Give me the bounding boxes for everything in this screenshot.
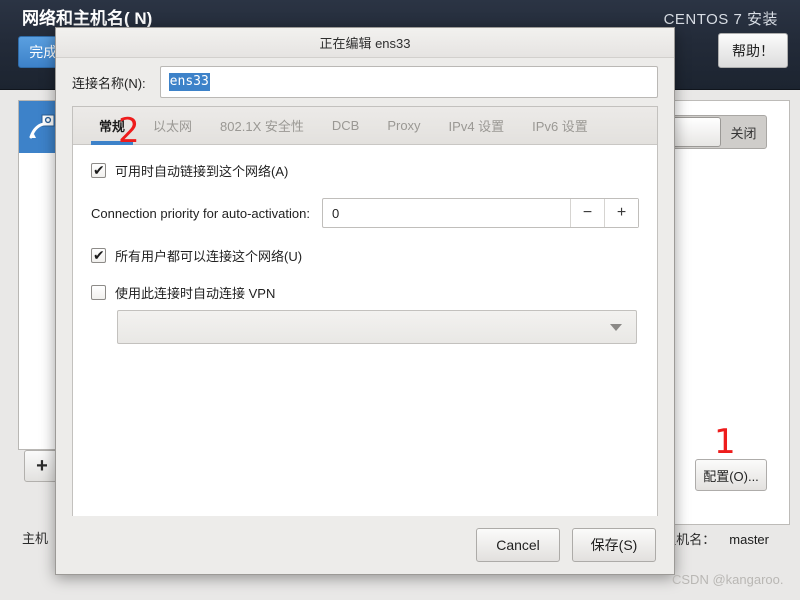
priority-stepper[interactable]: 0 − + <box>321 198 639 228</box>
toggle-label: 关闭 <box>730 125 757 141</box>
dialog-titlebar: 正在编辑 ens33 <box>56 28 674 58</box>
vpn-row[interactable]: 使用此连接时自动连接 VPN <box>91 283 639 302</box>
all-users-label: 所有用户都可以连接这个网络(U) <box>115 249 303 264</box>
autoconnect-row[interactable]: 可用时自动链接到这个网络(A) <box>91 161 639 180</box>
hostname-label-left: 主机 <box>22 531 49 546</box>
autoconnect-label: 可用时自动链接到这个网络(A) <box>115 164 289 179</box>
edit-connection-dialog: 正在编辑 ens33 连接名称(N): ens33 常规 以太网 802.1X … <box>55 27 675 575</box>
help-button[interactable]: 帮助！ <box>718 33 788 68</box>
tab-ipv6-settings[interactable]: IPv6 设置 <box>518 107 602 144</box>
page-title: 网络和主机名( N) <box>22 9 153 28</box>
chevron-down-icon <box>610 323 622 331</box>
tab-8021x-security[interactable]: 802.1X 安全性 <box>206 107 318 144</box>
dialog-footer: Cancel 保存(S) <box>56 516 674 574</box>
vpn-select[interactable] <box>117 310 637 344</box>
hostname-value: master <box>729 532 769 547</box>
tab-dcb[interactable]: DCB <box>318 107 373 144</box>
dialog-title: 正在编辑 ens33 <box>319 36 411 51</box>
tab-ipv4-settings[interactable]: IPv4 设置 <box>435 107 519 144</box>
connection-toggle[interactable]: 关闭 <box>667 115 767 149</box>
priority-row: Connection priority for auto-activation:… <box>91 198 639 228</box>
screen: 网络和主机名( N) CENTOS 7 安装 完成(D) 帮助！ + 主机 关闭… <box>0 0 800 600</box>
annotation-marker-one: 1 <box>714 422 736 462</box>
annotation-marker-two: 2 <box>118 111 140 151</box>
hostname-field: 主机名： master <box>663 529 769 548</box>
vpn-label: 使用此连接时自动连接 VPN <box>115 286 276 301</box>
watermark: CSDN @kangaroo. <box>672 572 784 587</box>
all-users-row[interactable]: 所有用户都可以连接这个网络(U) <box>91 246 639 265</box>
tab-ethernet[interactable]: 以太网 <box>139 107 206 144</box>
installer-brand: CENTOS 7 安装 <box>663 11 778 28</box>
connection-name-value: ens33 <box>168 73 210 91</box>
autoconnect-checkbox[interactable] <box>91 161 106 179</box>
general-panel: 可用时自动链接到这个网络(A) Connection priority for … <box>73 145 657 516</box>
tab-bar: 常规 以太网 802.1X 安全性 DCB Proxy IPv4 设置 IPv6… <box>73 107 657 145</box>
dialog-body: 常规 以太网 802.1X 安全性 DCB Proxy IPv4 设置 IPv6… <box>72 106 658 516</box>
save-button[interactable]: 保存(S) <box>572 528 656 562</box>
cancel-button[interactable]: Cancel <box>476 528 560 562</box>
toggle-knob[interactable] <box>669 117 721 147</box>
ethernet-cable-icon <box>27 112 57 142</box>
all-users-checkbox[interactable] <box>91 246 106 264</box>
connection-name-row: 连接名称(N): ens33 <box>56 58 674 106</box>
vpn-checkbox[interactable] <box>91 285 106 300</box>
priority-decrement-button[interactable]: − <box>570 199 604 227</box>
tab-proxy[interactable]: Proxy <box>373 107 434 144</box>
connection-name-label: 连接名称(N): <box>72 75 146 91</box>
priority-label: Connection priority for auto-activation: <box>91 205 310 221</box>
configure-button[interactable]: 配置(O)... <box>695 459 767 491</box>
priority-value[interactable]: 0 <box>323 199 570 227</box>
connection-name-input[interactable]: ens33 <box>159 66 658 98</box>
priority-increment-button[interactable]: + <box>604 199 638 227</box>
